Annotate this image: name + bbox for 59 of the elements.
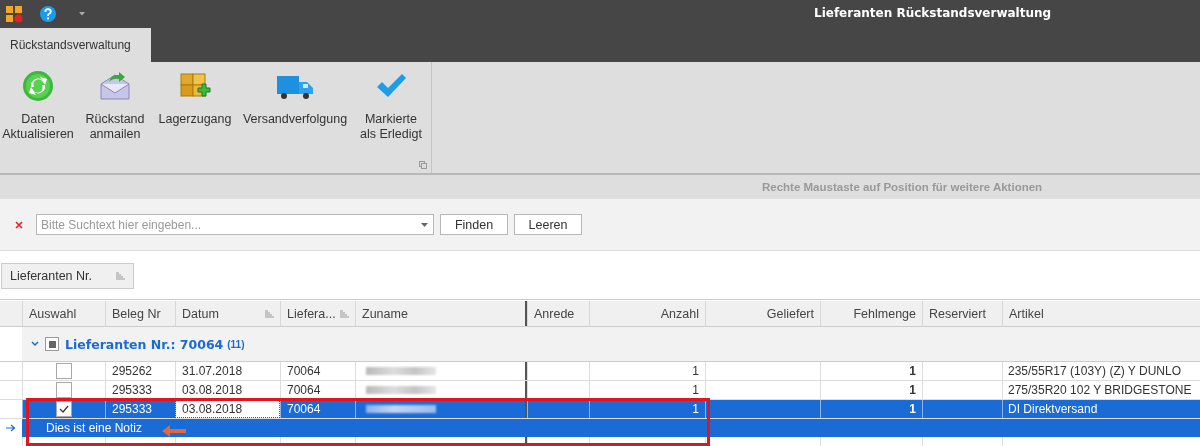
column-header[interactable]: Reserviert: [922, 301, 1002, 326]
table-cell: 31.07.2018: [175, 362, 280, 380]
app-icon[interactable]: [5, 5, 23, 23]
table-cell: 1: [589, 400, 705, 418]
table-cell: 1: [589, 362, 705, 380]
group-checkbox[interactable]: [45, 337, 59, 351]
search-button[interactable]: Leeren: [514, 214, 582, 235]
help-icon[interactable]: [39, 5, 57, 23]
ribbon-tab[interactable]: Rückstandsverwaltung: [0, 28, 151, 62]
row-checkbox[interactable]: [56, 382, 72, 398]
tick-icon: [59, 405, 69, 413]
row-note: Dies ist eine Notiz: [46, 421, 143, 435]
table-cell: 1: [820, 400, 922, 418]
column-header[interactable]: Anzahl: [589, 301, 705, 326]
table-cell: 03.08.2018: [175, 381, 280, 399]
window-title: Lieferanten Rückstandsverwaltung: [814, 6, 1052, 20]
collapse-icon[interactable]: [31, 341, 39, 347]
table-cell: 1: [820, 362, 922, 380]
group-by-chip[interactable]: Lieferanten Nr.: [1, 263, 134, 289]
ribbon-button[interactable]: Daten Aktualisieren: [0, 70, 76, 150]
group-count: (11): [227, 338, 245, 350]
table-cell: 70064: [280, 362, 355, 380]
table-cell: 235/55R17 (103Y) (Z) Y DUNLO: [1002, 362, 1200, 380]
column-header[interactable]: Fehlmenge: [820, 301, 922, 326]
sort-icon: [116, 272, 125, 280]
column-header[interactable]: Beleg Nr: [105, 301, 175, 326]
column-header[interactable]: Geliefert: [705, 301, 820, 326]
envelope-icon: [99, 70, 131, 102]
dropdown-caret-icon[interactable]: [421, 223, 428, 227]
table-cell: 295262: [105, 362, 175, 380]
column-header[interactable]: Auswahl: [22, 301, 105, 326]
table-row[interactable]: 295333 03.08.2018 70064 1 1 275/35R20 102 Y BRIDGESTONE: [0, 381, 1200, 400]
dropdown-caret-icon[interactable]: [79, 12, 85, 16]
table-cell: 70064: [280, 381, 355, 399]
ribbon-button[interactable]: Versandverfolgung: [236, 70, 354, 150]
ribbon-button[interactable]: Rückstand anmailen: [76, 70, 154, 150]
column-header[interactable]: Artikel: [1002, 301, 1200, 326]
ribbon-button[interactable]: Lagerzugang: [154, 70, 236, 150]
search-button[interactable]: Finden: [440, 214, 508, 235]
row-checkbox[interactable]: [56, 401, 72, 417]
close-icon[interactable]: [15, 220, 23, 229]
table-row[interactable]: 295262 31.07.2018 70064 1 1 235/55R17 (103Y) (Z) Y DUNLO: [0, 362, 1200, 381]
pointer-arrow: [161, 424, 187, 438]
table-cell: 295333: [105, 381, 175, 399]
table-cell: 1: [589, 381, 705, 399]
table-cell: 275/35R20 102 Y BRIDGESTONE: [1002, 381, 1200, 399]
table-cell: 70064: [280, 400, 355, 418]
hint-text: Rechte Maustaste auf Position für weitere Aktionen: [762, 181, 1043, 193]
refresh-icon: [22, 70, 54, 102]
group-label: Lieferanten Nr.: 70064: [65, 336, 224, 352]
column-header[interactable]: Datum: [175, 301, 280, 326]
table-row[interactable]: 295333 03.08.2018 70064 1 1 DI Direktversand: [0, 400, 1200, 419]
search-field[interactable]: Bitte Suchtext hier eingeben...: [36, 214, 434, 235]
column-header[interactable]: Liefera...: [280, 301, 355, 326]
table-cell: 1: [820, 381, 922, 399]
table-cell: DI Direktversand: [1002, 400, 1200, 418]
row-checkbox[interactable]: [56, 363, 72, 379]
column-header[interactable]: Anrede: [527, 301, 589, 326]
ribbon-button[interactable]: Markierte als Erledigt: [354, 70, 428, 150]
